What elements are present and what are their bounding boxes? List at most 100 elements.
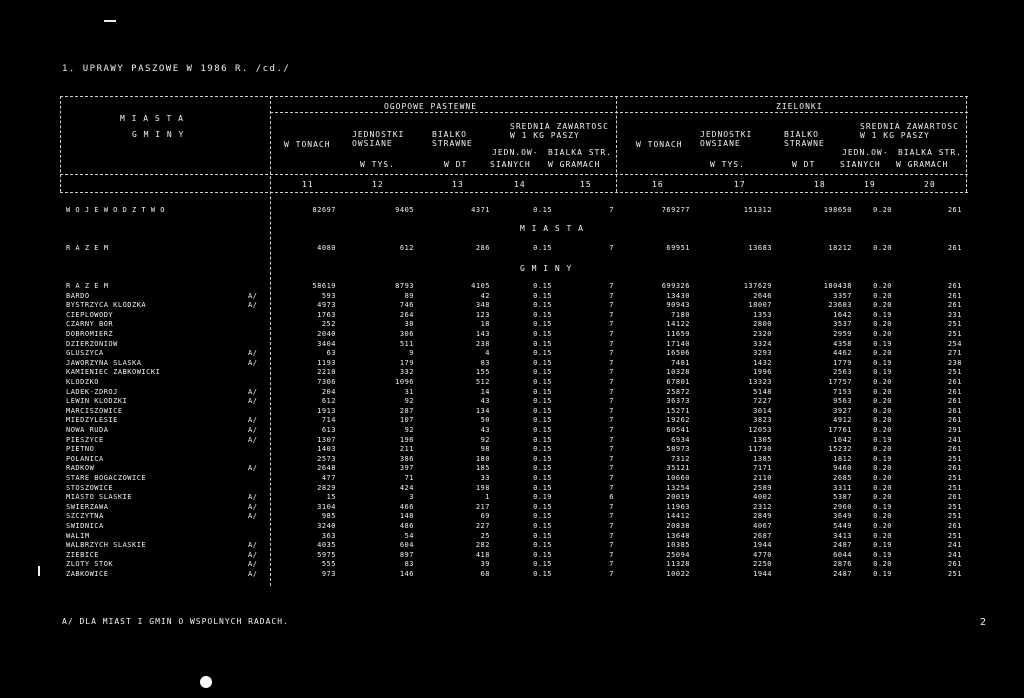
table-cell-name: W O J E W O D Z T W O [66, 206, 166, 214]
table-cell-c15: 7 [609, 426, 614, 434]
table-cell-c13: 134 [475, 406, 490, 415]
table-cell-c15: 7 [609, 330, 614, 338]
table-cell-c15: 7 [609, 454, 614, 463]
table-cell-c15: 7 [609, 464, 614, 473]
table-cell-fn: A/ [248, 301, 258, 310]
table-cell-c18: 1642 [833, 310, 852, 319]
table-cell-c18: 4358 [833, 339, 852, 348]
table-cell-c18: 3413 [833, 531, 852, 540]
header-group-right: ZIELONKI [776, 102, 823, 111]
col-num-17: 17 [734, 180, 746, 189]
table-cell-c17: 13683 [748, 244, 772, 252]
table-cell-c16: 13254 [666, 483, 690, 492]
col-num-16: 16 [652, 180, 664, 189]
table-cell-c15: 7 [609, 502, 614, 511]
table-cell-c20: 251 [947, 483, 962, 492]
table-cell-c13: 1 [485, 493, 490, 502]
table-cell-c19: 0.19 [873, 310, 892, 319]
table-cell-c17: 3823 [753, 416, 772, 425]
table-cell-c18: 5387 [833, 493, 852, 502]
table-cell-c19: 0.20 [873, 474, 892, 482]
table-cell-c12: 612 [399, 244, 414, 252]
header-group-left: OGOPOWE PASTEWNE [384, 102, 478, 111]
table-cell-c16: 67801 [666, 378, 690, 386]
table-cell-c20: 261 [947, 291, 962, 300]
table-cell-c20: 271 [947, 349, 962, 358]
table-cell-c12: 31 [404, 387, 414, 396]
header-region-2: G M I N Y [132, 130, 185, 139]
table-cell-c16: 10660 [666, 474, 690, 482]
header-bialka-str: BIALKA STR. [548, 148, 612, 157]
table-cell-c17: 2250 [753, 560, 772, 569]
header-jedn-owsiane-right: JEDNOSTKI OWSIANE [700, 130, 753, 148]
table-cell-c11: 477 [321, 474, 336, 482]
table-cell-c18: 3537 [833, 320, 852, 329]
table-cell-c15: 7 [609, 416, 614, 425]
table-cell-c15: 7 [609, 531, 614, 540]
table-cell-c17: 3014 [753, 406, 772, 415]
table-cell-c20: 261 [947, 206, 962, 214]
table-cell-c19: 0.19 [873, 541, 892, 550]
table-cell-c16: 90943 [666, 301, 690, 310]
table-cell-c18: 3311 [833, 483, 852, 492]
table-cell-c13: 42 [480, 291, 490, 300]
table-cell-c12: 897 [399, 550, 414, 559]
table-cell-c13: 92 [480, 435, 490, 444]
table-cell-c20: 291 [947, 426, 962, 434]
table-cell-c20: 261 [947, 522, 962, 530]
table-cell-c11: 204 [321, 387, 336, 396]
table-cell-c14: 0.15 [533, 358, 552, 367]
table-cell-c12: 179 [399, 358, 414, 367]
table-cell-c17: 137629 [743, 282, 772, 290]
table-cell-c12: 1096 [395, 378, 414, 386]
table-cell-c12: 92 [404, 397, 414, 406]
table-cell-c20: 261 [947, 387, 962, 396]
table-cell-c13: 185 [475, 464, 490, 473]
table-cell-c14: 0.15 [533, 483, 552, 492]
table-cell-name: DZIERZONIOW [66, 339, 118, 348]
table-cell-name: MIASTO SLASKIE [66, 493, 133, 502]
table-cell-c19: 0.19 [873, 435, 892, 444]
table-cell-c12: 8793 [395, 282, 414, 290]
table-cell-fn: A/ [248, 550, 258, 559]
table-cell-c16: 11963 [666, 502, 690, 511]
table-cell-c13: 33 [480, 474, 490, 482]
table-cell-c15: 6 [609, 493, 614, 502]
table-cell-c18: 2487 [833, 570, 852, 578]
table-cell-c13: 4 [485, 349, 490, 358]
header-jedn-zb: JEDN.OW- [492, 148, 539, 157]
table-cell-c18: 5449 [833, 522, 852, 530]
table-cell-c19: 0.20 [873, 397, 892, 406]
table-cell-c12: 3 [409, 493, 414, 502]
table-cell-c15: 7 [609, 560, 614, 569]
table-cell-c18: 3649 [833, 512, 852, 521]
table-cell-name: JAWORZYNA SLASKA [66, 358, 142, 367]
table-cell-c19: 0.19 [873, 368, 892, 377]
table-cell-c13: 43 [480, 397, 490, 406]
table-cell-c14: 0.15 [533, 244, 552, 252]
table-cell-c14: 0.15 [533, 464, 552, 473]
header-bialka-str-right: BIALKA STR. [898, 148, 962, 157]
table-cell-c17: 4002 [753, 493, 772, 502]
table-cell-c12: 386 [399, 454, 414, 463]
scan-dot [200, 676, 212, 688]
table-cell-c12: 107 [399, 416, 414, 425]
table-rule [270, 112, 968, 113]
header-w-tonach-right: W TONACH [636, 140, 683, 149]
table-cell-c15: 7 [609, 445, 614, 454]
table-cell-c20: 251 [947, 368, 962, 377]
table-cell-c11: 82697 [312, 206, 336, 214]
table-cell-fn: A/ [248, 502, 258, 511]
table-cell-c19: 0.20 [873, 522, 892, 530]
table-cell-name: KLODZKO [66, 378, 100, 386]
table-cell-fn: A/ [248, 560, 258, 569]
table-cell-c17: 2312 [753, 502, 772, 511]
table-cell-c20: 251 [947, 320, 962, 329]
table-cell-c17: 1385 [753, 454, 772, 463]
table-cell-c18: 9460 [833, 464, 852, 473]
table-cell-fn: A/ [248, 397, 258, 406]
table-cell-c11: 593 [321, 291, 336, 300]
table-cell-c20: 261 [947, 397, 962, 406]
table-cell-c17: 7227 [753, 397, 772, 406]
table-cell-c16: 10328 [666, 368, 690, 377]
